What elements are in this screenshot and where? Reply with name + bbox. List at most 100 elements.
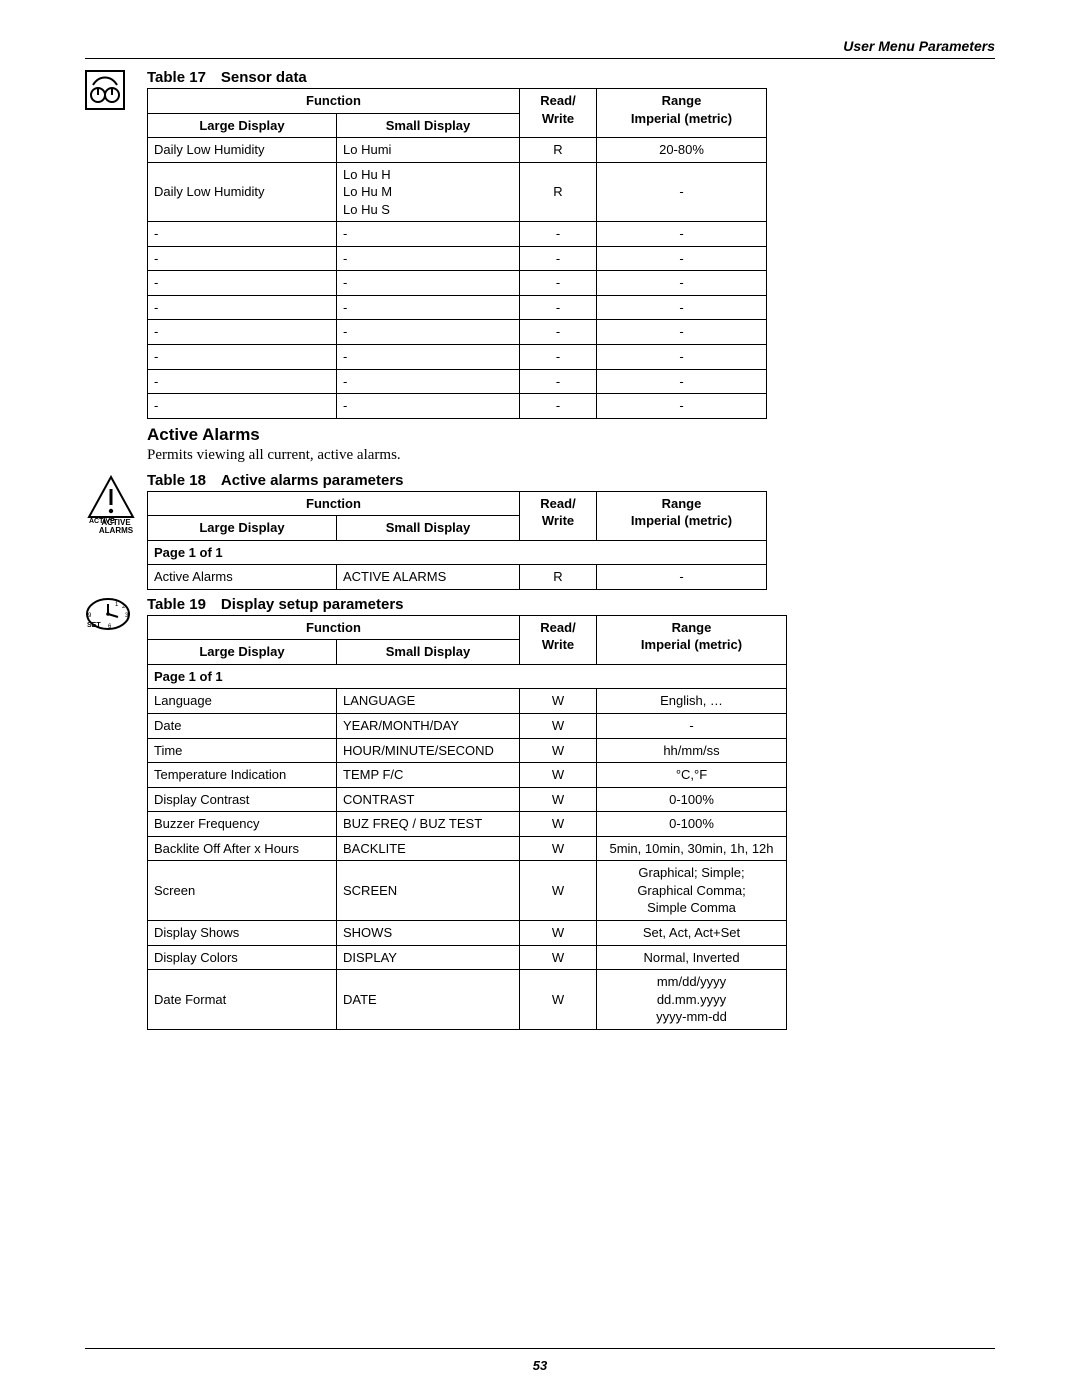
- cell-large-display: Temperature Indication: [148, 763, 337, 788]
- cell-range: -: [597, 345, 767, 370]
- cell-large-display: Date: [148, 714, 337, 739]
- th-small: Small Display: [337, 113, 520, 138]
- cell-rw: R: [520, 138, 597, 163]
- cell-rw: -: [520, 246, 597, 271]
- cell-rw: -: [520, 222, 597, 247]
- cell-small-display: Lo Hu H Lo Hu M Lo Hu S: [337, 162, 520, 222]
- cell-small-display: TEMP F/C: [337, 763, 520, 788]
- th-large: Large Display: [148, 113, 337, 138]
- table-row: ----: [148, 222, 767, 247]
- cell-rw: W: [520, 945, 597, 970]
- cell-large-display: Active Alarms: [148, 565, 337, 590]
- cell-rw: W: [520, 970, 597, 1030]
- th-large: Large Display: [148, 516, 337, 541]
- cell-small-display: -: [337, 394, 520, 419]
- cell-rw: R: [520, 565, 597, 590]
- table-row: Active AlarmsACTIVE ALARMSR-: [148, 565, 767, 590]
- cell-small-display: LANGUAGE: [337, 689, 520, 714]
- table-row: ----: [148, 369, 767, 394]
- cell-small-display: SHOWS: [337, 920, 520, 945]
- table18: Function Read/ Write Range Imperial (met…: [147, 491, 767, 590]
- cell-rw: -: [520, 320, 597, 345]
- th-small: Small Display: [337, 516, 520, 541]
- table-row: ----: [148, 246, 767, 271]
- page-row: Page 1 of 1: [148, 540, 767, 565]
- sensor-icon: [85, 69, 147, 110]
- cell-rw: W: [520, 861, 597, 921]
- cell-range: -: [597, 271, 767, 296]
- cell-range: -: [597, 320, 767, 345]
- table-row: Daily Low HumidityLo Hu H Lo Hu M Lo Hu …: [148, 162, 767, 222]
- cell-large-display: Daily Low Humidity: [148, 162, 337, 222]
- cell-range: -: [597, 714, 787, 739]
- table-row: ScreenSCREENWGraphical; Simple; Graphica…: [148, 861, 787, 921]
- th-range: Range Imperial (metric): [597, 491, 767, 540]
- cell-large-display: -: [148, 295, 337, 320]
- table-row: DateYEAR/MONTH/DAYW-: [148, 714, 787, 739]
- cell-range: Normal, Inverted: [597, 945, 787, 970]
- cell-rw: R: [520, 162, 597, 222]
- cell-large-display: Backlite Off After x Hours: [148, 836, 337, 861]
- table-row: Temperature IndicationTEMP F/CW°C,°F: [148, 763, 787, 788]
- cell-rw: -: [520, 345, 597, 370]
- cell-large-display: -: [148, 345, 337, 370]
- cell-range: -: [597, 162, 767, 222]
- cell-large-display: Buzzer Frequency: [148, 812, 337, 837]
- cell-rw: -: [520, 295, 597, 320]
- cell-rw: W: [520, 738, 597, 763]
- cell-large-display: Display Shows: [148, 920, 337, 945]
- cell-rw: W: [520, 787, 597, 812]
- cell-small-display: CONTRAST: [337, 787, 520, 812]
- cell-large-display: -: [148, 394, 337, 419]
- cell-range: mm/dd/yyyy dd.mm.yyyy yyyy-mm-dd: [597, 970, 787, 1030]
- cell-range: 5min, 10min, 30min, 1h, 12h: [597, 836, 787, 861]
- cell-small-display: Lo Humi: [337, 138, 520, 163]
- th-range: Range Imperial (metric): [597, 615, 787, 664]
- clock-icon: 1 2 3 6 9 SET: [85, 596, 147, 631]
- page-number: 53: [0, 1358, 1080, 1373]
- cell-large-display: Daily Low Humidity: [148, 138, 337, 163]
- cell-small-display: -: [337, 369, 520, 394]
- cell-rw: W: [520, 920, 597, 945]
- cell-small-display: -: [337, 222, 520, 247]
- table17-body: Daily Low HumidityLo HumiR20-80%Daily Lo…: [148, 138, 767, 419]
- cell-large-display: -: [148, 320, 337, 345]
- table-row: ----: [148, 271, 767, 296]
- th-function: Function: [148, 615, 520, 640]
- cell-range: -: [597, 222, 767, 247]
- cell-small-display: BACKLITE: [337, 836, 520, 861]
- page-row: Page 1 of 1: [148, 664, 787, 689]
- cell-small-display: -: [337, 295, 520, 320]
- cell-rw: -: [520, 369, 597, 394]
- cell-small-display: DATE: [337, 970, 520, 1030]
- cell-rw: W: [520, 763, 597, 788]
- cell-large-display: Display Contrast: [148, 787, 337, 812]
- cell-large-display: Screen: [148, 861, 337, 921]
- cell-rw: W: [520, 689, 597, 714]
- cell-range: 20-80%: [597, 138, 767, 163]
- cell-rw: W: [520, 836, 597, 861]
- table-row: Daily Low HumidityLo HumiR20-80%: [148, 138, 767, 163]
- cell-range: 0-100%: [597, 787, 787, 812]
- th-large: Large Display: [148, 640, 337, 665]
- cell-range: -: [597, 369, 767, 394]
- th-range: Range Imperial (metric): [597, 89, 767, 138]
- cell-large-display: Date Format: [148, 970, 337, 1030]
- cell-range: -: [597, 246, 767, 271]
- cell-range: Graphical; Simple; Graphical Comma; Simp…: [597, 861, 787, 921]
- cell-small-display: SCREEN: [337, 861, 520, 921]
- table19: Function Read/ Write Range Imperial (met…: [147, 615, 787, 1030]
- cell-small-display: -: [337, 345, 520, 370]
- alarm-icon: ACTIVE ALARMS ACTIVEALARMS: [85, 472, 147, 535]
- header-section: User Menu Parameters: [85, 38, 995, 54]
- cell-small-display: YEAR/MONTH/DAY: [337, 714, 520, 739]
- cell-small-display: -: [337, 320, 520, 345]
- table-row: Display ContrastCONTRASTW0-100%: [148, 787, 787, 812]
- cell-rw: W: [520, 714, 597, 739]
- cell-rw: W: [520, 812, 597, 837]
- cell-range: °C,°F: [597, 763, 787, 788]
- table-row: Backlite Off After x HoursBACKLITEW5min,…: [148, 836, 787, 861]
- table-row: Display ColorsDISPLAYWNormal, Inverted: [148, 945, 787, 970]
- table17-caption: Table 17 Sensor data: [147, 69, 995, 86]
- table-row: Display ShowsSHOWSWSet, Act, Act+Set: [148, 920, 787, 945]
